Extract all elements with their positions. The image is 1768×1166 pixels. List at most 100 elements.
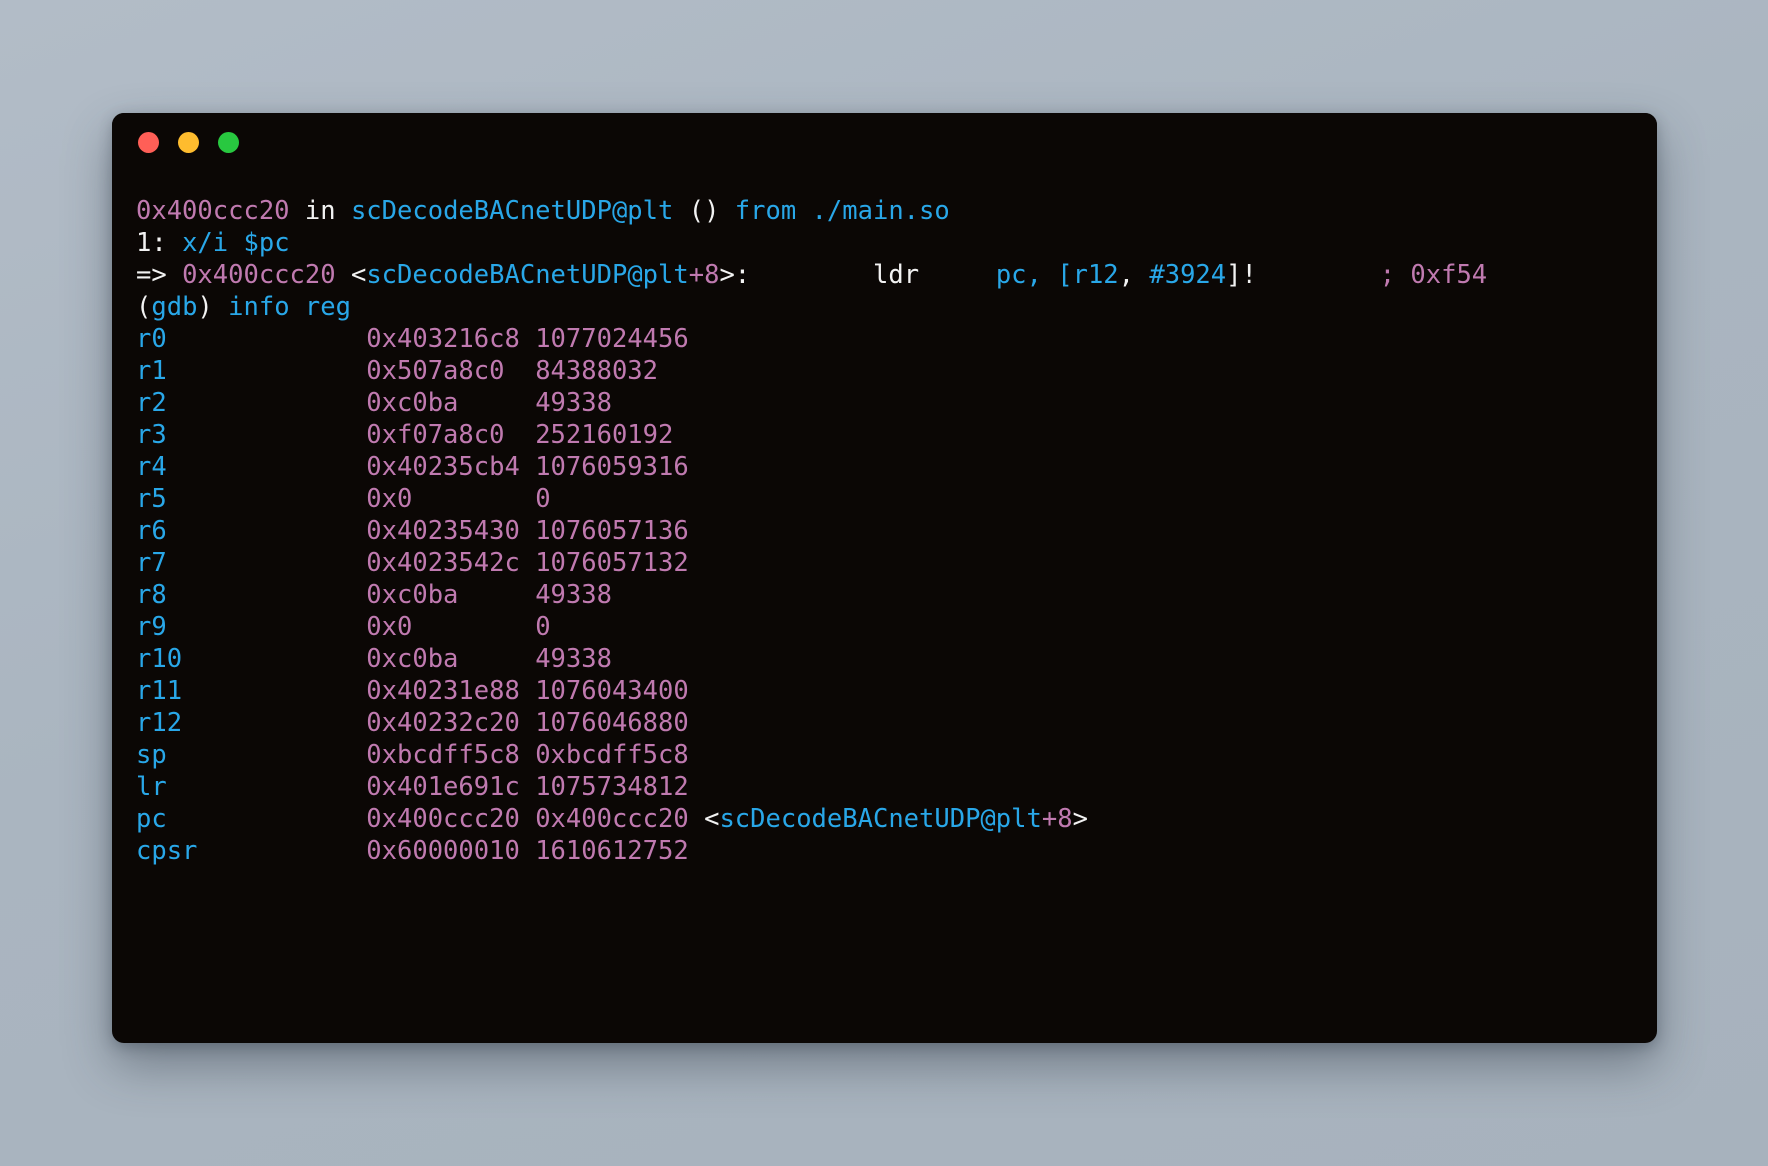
register-name: cpsr (136, 836, 367, 866)
disasm-angle-open: < (350, 260, 367, 290)
register-hex-value: 0x403216c8 (366, 324, 536, 354)
disasm-plt-suffix: @plt (627, 260, 689, 290)
disasm-angle-close: >: (719, 260, 751, 290)
gdb-prompt-line: (gdb) info reg (136, 291, 1631, 323)
register-row: r8 0xc0ba 49338 (136, 579, 1631, 611)
disasm-operand-prefix: pc, [ (995, 260, 1073, 290)
register-row: r3 0xf07a8c0 252160192 (136, 419, 1631, 451)
register-hex-value: 0xc0ba (366, 388, 536, 418)
register-row: r10 0xc0ba 49338 (136, 643, 1631, 675)
register-row: r5 0x0 0 (136, 483, 1631, 515)
register-decimal-value: 1076046880 (535, 708, 689, 738)
register-row: r4 0x40235cb4 1076059316 (136, 451, 1631, 483)
window-titlebar[interactable] (112, 113, 1657, 171)
register-row: r0 0x403216c8 1077024456 (136, 323, 1631, 355)
maximize-window-button[interactable] (218, 131, 239, 153)
display-command: x/i (182, 228, 229, 258)
register-hex-value: 0xc0ba (366, 644, 536, 674)
prompt-command: info reg (228, 292, 351, 322)
register-name: r5 (136, 484, 367, 514)
register-decimal-value: 1076059316 (535, 452, 689, 482)
register-hex-value: 0xf07a8c0 (366, 420, 536, 450)
register-hex-value: 0x0 (366, 612, 536, 642)
disasm-offset: +8 (688, 260, 720, 290)
disasm-arrow: => (136, 260, 183, 290)
register-name: r9 (136, 612, 367, 642)
stop-in-keyword: in (289, 196, 351, 226)
disasm-space (336, 260, 351, 290)
register-name: r2 (136, 388, 367, 418)
register-name: r3 (136, 420, 367, 450)
register-hex-value: 0x4023542c (366, 548, 536, 578)
register-row: pc 0x400ccc20 0x400ccc20 <scDecodeBACnet… (136, 803, 1631, 835)
register-name: r6 (136, 516, 367, 546)
register-annotation-symbol: scDecodeBACnetUDP@plt (719, 804, 1042, 834)
disasm-operand-separator: , (1118, 260, 1150, 290)
disasm-gap-2 (919, 260, 996, 290)
display-number: 1: (136, 228, 183, 258)
terminal-window: 0x400ccc20 in scDecodeBACnetUDP@plt () f… (112, 113, 1657, 1043)
close-window-button[interactable] (138, 131, 159, 153)
disasm-operand-register: r12 (1072, 260, 1119, 290)
disasm-gap-3 (1257, 260, 1380, 290)
disasm-operand-suffix: ]! (1226, 260, 1257, 290)
register-decimal-value: 1610612752 (535, 836, 689, 866)
register-hex-value: 0x40235430 (366, 516, 536, 546)
register-decimal-value: 1075734812 (535, 772, 689, 802)
register-hex-value: 0x60000010 (366, 836, 536, 866)
stop-object-file: ./main.so (811, 196, 950, 226)
register-row: r11 0x40231e88 1076043400 (136, 675, 1631, 707)
register-name: r10 (136, 644, 367, 674)
register-row: r12 0x40232c20 1076046880 (136, 707, 1631, 739)
register-row: r9 0x0 0 (136, 611, 1631, 643)
register-decimal-value: 49338 (535, 388, 612, 418)
register-decimal-value: 84388032 (535, 356, 659, 386)
register-hex-value: 0x507a8c0 (366, 356, 536, 386)
register-row: r6 0x40235430 1076057136 (136, 515, 1631, 547)
register-decimal-value: 0x400ccc20 (535, 804, 689, 834)
register-hex-value: 0xbcdff5c8 (366, 740, 536, 770)
register-decimal-value: 1076043400 (535, 676, 689, 706)
register-name: r7 (136, 548, 367, 578)
register-decimal-value: 1076057136 (535, 516, 689, 546)
stop-symbol: scDecodeBACnetUDP@plt (350, 196, 674, 226)
register-decimal-value: 1077024456 (535, 324, 689, 354)
stop-from-keyword: from (734, 196, 797, 226)
register-name: r8 (136, 580, 367, 610)
stop-parens: () (673, 196, 735, 226)
register-decimal-value: 0 (535, 612, 551, 642)
register-name: r1 (136, 356, 367, 386)
register-row: sp 0xbcdff5c8 0xbcdff5c8 (136, 739, 1631, 771)
disasm-immediate: #3924 (1149, 260, 1227, 290)
register-hex-value: 0x40235cb4 (366, 452, 536, 482)
register-hex-value: 0xc0ba (366, 580, 536, 610)
register-decimal-value: 0xbcdff5c8 (535, 740, 689, 770)
register-annotation-offset: +8 (1041, 804, 1073, 834)
register-decimal-value: 0 (535, 484, 551, 514)
register-name: pc (136, 804, 367, 834)
register-decimal-value: 252160192 (535, 420, 674, 450)
register-name: r4 (136, 452, 367, 482)
stop-space (796, 196, 811, 226)
prompt-label: gdb (151, 292, 198, 322)
register-name: lr (136, 772, 367, 802)
register-row: cpsr 0x60000010 1610612752 (136, 835, 1631, 867)
register-name: r0 (136, 324, 367, 354)
register-row: r7 0x4023542c 1076057132 (136, 547, 1631, 579)
disasm-gap-1 (750, 260, 873, 290)
display-register: $pc (243, 228, 290, 258)
register-name: sp (136, 740, 367, 770)
register-decimal-value: 49338 (535, 644, 612, 674)
terminal-output-area[interactable]: 0x400ccc20 in scDecodeBACnetUDP@plt () f… (112, 171, 1657, 1043)
register-hex-value: 0x40231e88 (366, 676, 536, 706)
disasm-mnemonic: ldr (873, 260, 920, 290)
register-hex-value: 0x40232c20 (366, 708, 536, 738)
stop-address: 0x400ccc20 (136, 196, 290, 226)
gdb-stop-line: 0x400ccc20 in scDecodeBACnetUDP@plt () f… (136, 195, 1631, 227)
register-decimal-value: 49338 (535, 580, 612, 610)
register-hex-value: 0x400ccc20 (366, 804, 536, 834)
gdb-display-line: 1: x/i $pc (136, 227, 1631, 259)
minimize-window-button[interactable] (178, 131, 199, 153)
register-row: lr 0x401e691c 1075734812 (136, 771, 1631, 803)
